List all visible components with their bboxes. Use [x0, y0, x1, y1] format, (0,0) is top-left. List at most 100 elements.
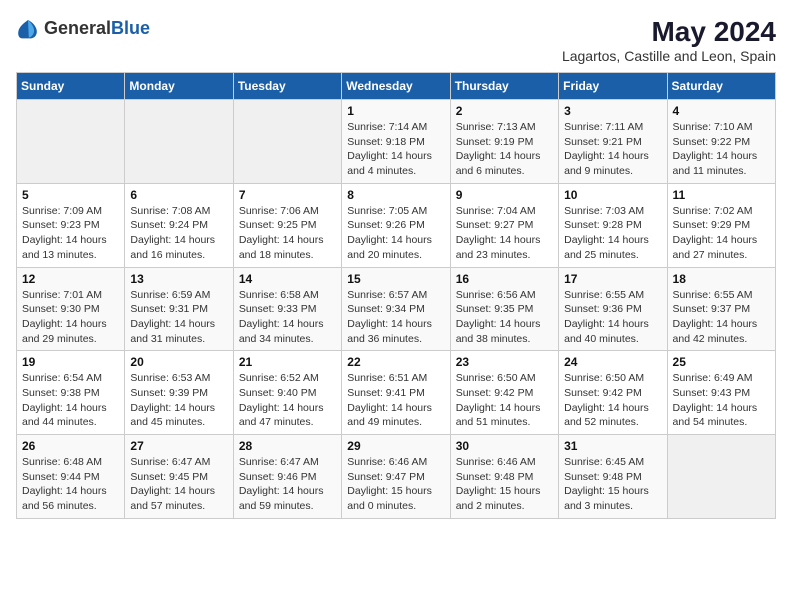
calendar-cell: 28 Sunrise: 6:47 AMSunset: 9:46 PMDaylig…: [233, 435, 341, 519]
col-thursday: Thursday: [450, 73, 558, 100]
day-number: 13: [130, 272, 227, 286]
day-info: Sunrise: 7:13 AMSunset: 9:19 PMDaylight:…: [456, 120, 553, 179]
day-info: Sunrise: 7:09 AMSunset: 9:23 PMDaylight:…: [22, 204, 119, 263]
logo-general: General: [44, 18, 111, 38]
calendar-week-row: 26 Sunrise: 6:48 AMSunset: 9:44 PMDaylig…: [17, 435, 776, 519]
calendar-cell: 23 Sunrise: 6:50 AMSunset: 9:42 PMDaylig…: [450, 351, 558, 435]
calendar-table: Sunday Monday Tuesday Wednesday Thursday…: [16, 72, 776, 519]
day-info: Sunrise: 6:59 AMSunset: 9:31 PMDaylight:…: [130, 288, 227, 347]
col-friday: Friday: [559, 73, 667, 100]
day-info: Sunrise: 7:05 AMSunset: 9:26 PMDaylight:…: [347, 204, 444, 263]
calendar-cell: 8 Sunrise: 7:05 AMSunset: 9:26 PMDayligh…: [342, 183, 450, 267]
calendar-week-row: 19 Sunrise: 6:54 AMSunset: 9:38 PMDaylig…: [17, 351, 776, 435]
day-number: 30: [456, 439, 553, 453]
calendar-cell: 10 Sunrise: 7:03 AMSunset: 9:28 PMDaylig…: [559, 183, 667, 267]
day-info: Sunrise: 6:58 AMSunset: 9:33 PMDaylight:…: [239, 288, 336, 347]
day-info: Sunrise: 7:10 AMSunset: 9:22 PMDaylight:…: [673, 120, 770, 179]
day-info: Sunrise: 7:04 AMSunset: 9:27 PMDaylight:…: [456, 204, 553, 263]
day-number: 18: [673, 272, 770, 286]
day-info: Sunrise: 6:54 AMSunset: 9:38 PMDaylight:…: [22, 371, 119, 430]
day-info: Sunrise: 6:49 AMSunset: 9:43 PMDaylight:…: [673, 371, 770, 430]
day-info: Sunrise: 7:01 AMSunset: 9:30 PMDaylight:…: [22, 288, 119, 347]
col-wednesday: Wednesday: [342, 73, 450, 100]
day-info: Sunrise: 6:53 AMSunset: 9:39 PMDaylight:…: [130, 371, 227, 430]
day-info: Sunrise: 6:55 AMSunset: 9:36 PMDaylight:…: [564, 288, 661, 347]
day-info: Sunrise: 6:57 AMSunset: 9:34 PMDaylight:…: [347, 288, 444, 347]
day-info: Sunrise: 6:46 AMSunset: 9:48 PMDaylight:…: [456, 455, 553, 514]
calendar-cell: 5 Sunrise: 7:09 AMSunset: 9:23 PMDayligh…: [17, 183, 125, 267]
logo: GeneralBlue: [16, 16, 150, 40]
calendar-cell: 21 Sunrise: 6:52 AMSunset: 9:40 PMDaylig…: [233, 351, 341, 435]
day-number: 24: [564, 355, 661, 369]
calendar-cell: 16 Sunrise: 6:56 AMSunset: 9:35 PMDaylig…: [450, 267, 558, 351]
calendar-cell: [233, 100, 341, 184]
calendar-cell: [125, 100, 233, 184]
day-info: Sunrise: 6:50 AMSunset: 9:42 PMDaylight:…: [456, 371, 553, 430]
calendar-cell: 29 Sunrise: 6:46 AMSunset: 9:47 PMDaylig…: [342, 435, 450, 519]
calendar-week-row: 5 Sunrise: 7:09 AMSunset: 9:23 PMDayligh…: [17, 183, 776, 267]
day-info: Sunrise: 6:52 AMSunset: 9:40 PMDaylight:…: [239, 371, 336, 430]
day-number: 5: [22, 188, 119, 202]
calendar-cell: 17 Sunrise: 6:55 AMSunset: 9:36 PMDaylig…: [559, 267, 667, 351]
col-sunday: Sunday: [17, 73, 125, 100]
calendar-cell: 2 Sunrise: 7:13 AMSunset: 9:19 PMDayligh…: [450, 100, 558, 184]
logo-blue: Blue: [111, 18, 150, 38]
calendar-cell: 4 Sunrise: 7:10 AMSunset: 9:22 PMDayligh…: [667, 100, 775, 184]
day-number: 26: [22, 439, 119, 453]
calendar-cell: 15 Sunrise: 6:57 AMSunset: 9:34 PMDaylig…: [342, 267, 450, 351]
calendar-cell: 9 Sunrise: 7:04 AMSunset: 9:27 PMDayligh…: [450, 183, 558, 267]
day-info: Sunrise: 7:14 AMSunset: 9:18 PMDaylight:…: [347, 120, 444, 179]
calendar-cell: [17, 100, 125, 184]
day-number: 19: [22, 355, 119, 369]
day-number: 21: [239, 355, 336, 369]
day-number: 12: [22, 272, 119, 286]
day-info: Sunrise: 6:46 AMSunset: 9:47 PMDaylight:…: [347, 455, 444, 514]
calendar-cell: 19 Sunrise: 6:54 AMSunset: 9:38 PMDaylig…: [17, 351, 125, 435]
calendar-cell: 18 Sunrise: 6:55 AMSunset: 9:37 PMDaylig…: [667, 267, 775, 351]
logo-text: GeneralBlue: [44, 18, 150, 39]
day-number: 17: [564, 272, 661, 286]
day-info: Sunrise: 6:51 AMSunset: 9:41 PMDaylight:…: [347, 371, 444, 430]
calendar-header-row: Sunday Monday Tuesday Wednesday Thursday…: [17, 73, 776, 100]
calendar-cell: 20 Sunrise: 6:53 AMSunset: 9:39 PMDaylig…: [125, 351, 233, 435]
calendar-cell: 13 Sunrise: 6:59 AMSunset: 9:31 PMDaylig…: [125, 267, 233, 351]
day-number: 16: [456, 272, 553, 286]
subtitle: Lagartos, Castille and Leon, Spain: [562, 48, 776, 64]
col-saturday: Saturday: [667, 73, 775, 100]
day-info: Sunrise: 7:11 AMSunset: 9:21 PMDaylight:…: [564, 120, 661, 179]
calendar-cell: 11 Sunrise: 7:02 AMSunset: 9:29 PMDaylig…: [667, 183, 775, 267]
day-info: Sunrise: 6:55 AMSunset: 9:37 PMDaylight:…: [673, 288, 770, 347]
day-number: 11: [673, 188, 770, 202]
day-info: Sunrise: 7:08 AMSunset: 9:24 PMDaylight:…: [130, 204, 227, 263]
day-number: 9: [456, 188, 553, 202]
calendar-cell: 27 Sunrise: 6:47 AMSunset: 9:45 PMDaylig…: [125, 435, 233, 519]
calendar-cell: 22 Sunrise: 6:51 AMSunset: 9:41 PMDaylig…: [342, 351, 450, 435]
calendar-cell: 31 Sunrise: 6:45 AMSunset: 9:48 PMDaylig…: [559, 435, 667, 519]
day-number: 2: [456, 104, 553, 118]
day-number: 10: [564, 188, 661, 202]
page-header: GeneralBlue May 2024 Lagartos, Castille …: [16, 16, 776, 64]
calendar-cell: 6 Sunrise: 7:08 AMSunset: 9:24 PMDayligh…: [125, 183, 233, 267]
day-number: 1: [347, 104, 444, 118]
day-number: 23: [456, 355, 553, 369]
calendar-cell: 1 Sunrise: 7:14 AMSunset: 9:18 PMDayligh…: [342, 100, 450, 184]
day-number: 14: [239, 272, 336, 286]
day-info: Sunrise: 6:45 AMSunset: 9:48 PMDaylight:…: [564, 455, 661, 514]
day-number: 27: [130, 439, 227, 453]
calendar-cell: 30 Sunrise: 6:46 AMSunset: 9:48 PMDaylig…: [450, 435, 558, 519]
calendar-cell: 7 Sunrise: 7:06 AMSunset: 9:25 PMDayligh…: [233, 183, 341, 267]
day-info: Sunrise: 6:48 AMSunset: 9:44 PMDaylight:…: [22, 455, 119, 514]
calendar-week-row: 12 Sunrise: 7:01 AMSunset: 9:30 PMDaylig…: [17, 267, 776, 351]
title-block: May 2024 Lagartos, Castille and Leon, Sp…: [562, 16, 776, 64]
calendar-cell: 26 Sunrise: 6:48 AMSunset: 9:44 PMDaylig…: [17, 435, 125, 519]
day-number: 29: [347, 439, 444, 453]
day-number: 31: [564, 439, 661, 453]
main-title: May 2024: [562, 16, 776, 48]
col-monday: Monday: [125, 73, 233, 100]
day-info: Sunrise: 7:06 AMSunset: 9:25 PMDaylight:…: [239, 204, 336, 263]
day-info: Sunrise: 6:50 AMSunset: 9:42 PMDaylight:…: [564, 371, 661, 430]
day-number: 8: [347, 188, 444, 202]
day-number: 4: [673, 104, 770, 118]
calendar-cell: 3 Sunrise: 7:11 AMSunset: 9:21 PMDayligh…: [559, 100, 667, 184]
calendar-cell: [667, 435, 775, 519]
